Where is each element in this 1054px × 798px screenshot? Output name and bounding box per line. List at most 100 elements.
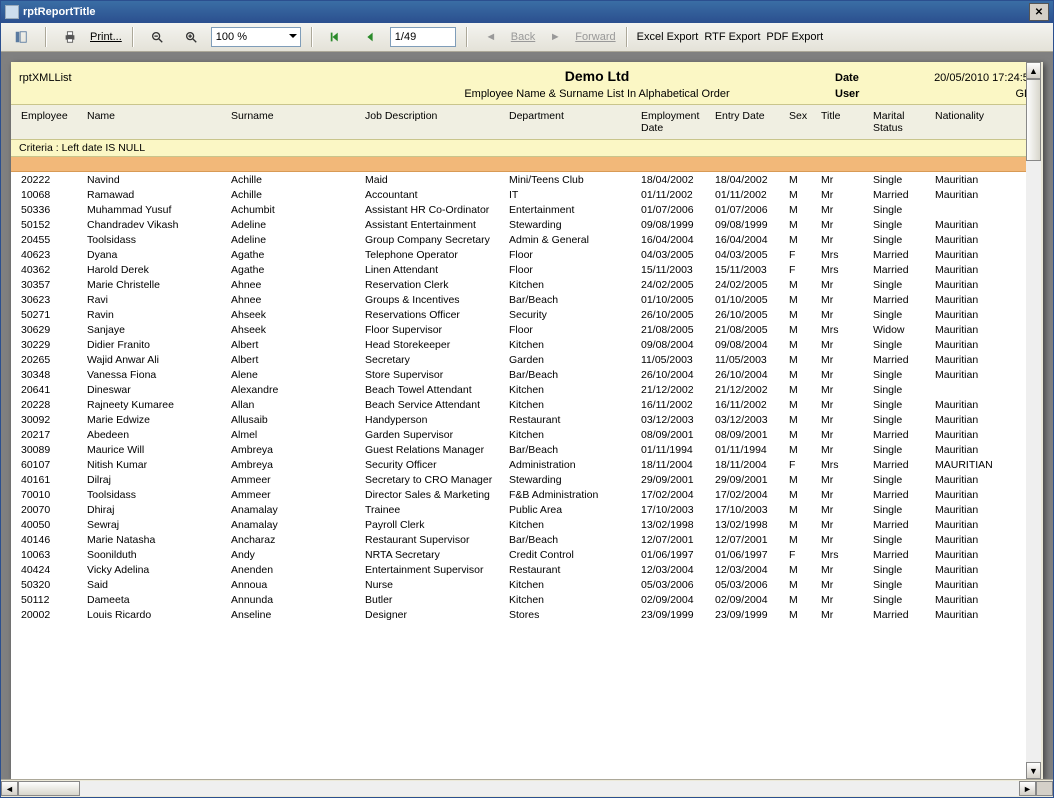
cell-sur: Agathe <box>229 249 363 261</box>
cell-en: 15/11/2003 <box>713 264 787 276</box>
table-row: 50336Muhammad YusufAchumbitAssistant HR … <box>19 202 1035 217</box>
table-row: 20455ToolsidassAdelineGroup Company Secr… <box>19 232 1035 247</box>
cell-job: Security Officer <box>363 459 507 471</box>
cell-name: Louis Ricardo <box>85 609 229 621</box>
cell-mar: Single <box>871 384 933 396</box>
cell-sex: M <box>787 489 819 501</box>
cell-title: Mr <box>819 609 871 621</box>
cell-job: Head Storekeeper <box>363 339 507 351</box>
cell-sex: M <box>787 504 819 516</box>
cell-emp: 30629 <box>19 324 85 336</box>
col-surname: Surname <box>229 108 363 136</box>
cell-dept: Kitchen <box>507 279 639 291</box>
cell-ed: 29/09/2001 <box>639 474 713 486</box>
cell-emp: 40146 <box>19 534 85 546</box>
cell-ed: 04/03/2005 <box>639 249 713 261</box>
cell-en: 11/05/2003 <box>713 354 787 366</box>
cell-name: Ravi <box>85 294 229 306</box>
zoom-out-icon[interactable] <box>143 27 171 47</box>
cell-sur: Ammeer <box>229 474 363 486</box>
date-value: 20/05/2010 17:24:58 <box>934 72 1035 84</box>
vscroll-thumb[interactable] <box>1026 79 1041 161</box>
cell-sex: M <box>787 579 819 591</box>
horizontal-scrollbar[interactable]: ◄ ► <box>1 779 1053 797</box>
cell-emp: 20070 <box>19 504 85 516</box>
vertical-scrollbar[interactable]: ▲ ▼ <box>1026 62 1043 779</box>
table-row: 30623RaviAhneeGroups & IncentivesBar/Bea… <box>19 292 1035 307</box>
cell-title: Mr <box>819 489 871 501</box>
cell-nat: Mauritian <box>933 594 1017 606</box>
cell-job: Designer <box>363 609 507 621</box>
back-arrow-icon: ◄ <box>477 27 505 47</box>
cell-mar: Single <box>871 174 933 186</box>
hscroll-thumb[interactable] <box>18 781 80 796</box>
col-sex: Sex <box>787 108 819 136</box>
cell-dept: Garden <box>507 354 639 366</box>
scroll-down-icon[interactable]: ▼ <box>1026 762 1041 779</box>
cell-ed: 23/09/1999 <box>639 609 713 621</box>
cell-en: 29/09/2001 <box>713 474 787 486</box>
close-button[interactable]: ✕ <box>1029 3 1049 21</box>
cell-dept: Mini/Teens Club <box>507 174 639 186</box>
scroll-up-icon[interactable]: ▲ <box>1026 62 1041 79</box>
zoom-in-icon[interactable] <box>177 27 205 47</box>
printer-icon[interactable] <box>56 27 84 47</box>
vscroll-track[interactable] <box>1026 79 1041 762</box>
cell-dept: Floor <box>507 324 639 336</box>
window-title: rptReportTitle <box>23 6 96 18</box>
scroll-right-icon[interactable]: ► <box>1019 781 1036 796</box>
zoom-select[interactable]: 100 % <box>211 27 301 47</box>
table-row: 50320SaidAnnouaNurseKitchen05/03/200605/… <box>19 577 1035 592</box>
cell-emp: 20641 <box>19 384 85 396</box>
first-page-icon[interactable] <box>322 27 350 47</box>
cell-name: Sanjaye <box>85 324 229 336</box>
cell-name: Soonilduth <box>85 549 229 561</box>
rtf-export-button[interactable]: RTF Export <box>704 31 760 43</box>
excel-export-button[interactable]: Excel Export <box>637 31 699 43</box>
cell-nat: Mauritian <box>933 264 1017 276</box>
hscroll-track[interactable] <box>18 781 1019 796</box>
cell-mar: Single <box>871 234 933 246</box>
section-divider <box>11 157 1043 172</box>
cell-name: Ravin <box>85 309 229 321</box>
cell-job: Store Supervisor <box>363 369 507 381</box>
cell-sur: Adeline <box>229 219 363 231</box>
cell-ed: 09/08/2004 <box>639 339 713 351</box>
cell-sur: Ammeer <box>229 489 363 501</box>
scroll-left-icon[interactable]: ◄ <box>1 781 18 796</box>
cell-en: 01/11/1994 <box>713 444 787 456</box>
cell-nat: Mauritian <box>933 309 1017 321</box>
cell-ed: 13/02/1998 <box>639 519 713 531</box>
print-button[interactable]: Print... <box>90 31 122 43</box>
cell-name: Toolsidass <box>85 234 229 246</box>
cell-job: Nurse <box>363 579 507 591</box>
cell-name: Rajneety Kumaree <box>85 399 229 411</box>
cell-sex: M <box>787 369 819 381</box>
table-row: 20228Rajneety KumareeAllanBeach Service … <box>19 397 1035 412</box>
data-rows: 20222NavindAchilleMaidMini/Teens Club18/… <box>11 172 1043 622</box>
toolbar: Print... 100 % ◄ Back ► Forward Excel Ex… <box>1 23 1053 52</box>
table-row: 10068RamawadAchilleAccountantIT01/11/200… <box>19 187 1035 202</box>
page-input[interactable] <box>390 27 456 47</box>
cell-job: Guest Relations Manager <box>363 444 507 456</box>
cell-title: Mr <box>819 564 871 576</box>
cell-dept: Kitchen <box>507 399 639 411</box>
cell-mar: Single <box>871 474 933 486</box>
report-viewer-window: rptReportTitle ✕ Print... 100 % <box>0 0 1054 798</box>
cell-mar: Married <box>871 249 933 261</box>
cell-ed: 18/11/2004 <box>639 459 713 471</box>
table-row: 70010ToolsidassAmmeerDirector Sales & Ma… <box>19 487 1035 502</box>
cell-job: Secretary to CRO Manager <box>363 474 507 486</box>
cell-emp: 40161 <box>19 474 85 486</box>
prev-page-icon[interactable] <box>356 27 384 47</box>
cell-nat <box>933 384 1017 396</box>
cell-nat: Mauritian <box>933 534 1017 546</box>
cell-dept: Kitchen <box>507 339 639 351</box>
cell-emp: 10063 <box>19 549 85 561</box>
pdf-export-button[interactable]: PDF Export <box>766 31 823 43</box>
cell-nat: MAURITIAN <box>933 459 1017 471</box>
toggle-tree-icon[interactable] <box>7 27 35 47</box>
cell-sur: Achille <box>229 174 363 186</box>
cell-sex: M <box>787 339 819 351</box>
cell-job: Floor Supervisor <box>363 324 507 336</box>
